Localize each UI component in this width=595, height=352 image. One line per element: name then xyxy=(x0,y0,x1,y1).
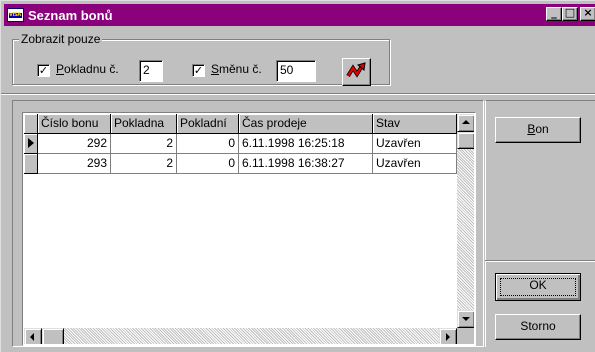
table-cell[interactable]: 6.11.1998 16:38:27 xyxy=(239,154,373,174)
vertical-scrollbar[interactable] xyxy=(457,114,474,328)
scroll-down-button[interactable] xyxy=(457,310,474,328)
refresh-button[interactable] xyxy=(342,58,371,86)
smena-label-text: měnu č. xyxy=(219,62,262,76)
horizontal-scroll-thumb[interactable] xyxy=(42,328,64,344)
pokladna-input[interactable]: 2 xyxy=(139,60,163,82)
column-header-cas-prodeje[interactable]: Čas prodeje xyxy=(239,114,373,134)
right-panel-separator xyxy=(485,260,595,262)
filter-group-label: Zobrazit pouze xyxy=(19,32,103,46)
table-cell[interactable]: Uzavřen xyxy=(373,134,457,154)
table-cell[interactable]: 2 xyxy=(111,134,177,154)
focus-rectangle xyxy=(500,278,576,296)
close-button[interactable]: × xyxy=(580,7,595,21)
column-header-cislo-bonu[interactable]: Číslo bonu xyxy=(38,114,111,134)
pokladna-label-accel: P xyxy=(56,62,65,76)
table-cell[interactable]: 293 xyxy=(38,154,111,174)
horizontal-scrollbar[interactable] xyxy=(24,328,457,344)
smena-label[interactable]: Směnu č. xyxy=(211,62,262,76)
app-icon-text: VISA xyxy=(9,12,22,18)
row-indicator-current[interactable] xyxy=(24,134,38,154)
scrollbar-corner xyxy=(457,328,474,344)
current-row-arrow-icon xyxy=(28,138,34,148)
grid-viewport: Číslo bonu Pokladna Pokladní Čas prodeje… xyxy=(24,114,474,344)
bon-grid[interactable]: Číslo bonu Pokladna Pokladní Čas prodeje… xyxy=(22,112,476,346)
smena-checkbox[interactable]: ✓ xyxy=(192,64,205,77)
window-title: Seznam bonů xyxy=(28,7,113,23)
minimize-button[interactable]: _ xyxy=(546,7,562,21)
arrow-down-icon xyxy=(462,317,470,321)
storno-button[interactable]: Storno xyxy=(495,314,581,340)
arrow-up-icon xyxy=(462,120,470,124)
bon-button[interactable]: Bon xyxy=(495,117,581,143)
column-header-pokladna[interactable]: Pokladna xyxy=(111,114,177,134)
table-cell[interactable]: 0 xyxy=(177,154,239,174)
ok-button[interactable]: OK xyxy=(495,273,581,301)
pokladna-label-text: okladnu č. xyxy=(64,62,119,76)
smena-label-accel: S xyxy=(211,62,220,76)
arrow-left-icon xyxy=(30,333,34,341)
scroll-left-button[interactable] xyxy=(24,328,42,344)
column-header-stav[interactable]: Stav xyxy=(373,114,457,134)
refresh-arrow-icon xyxy=(346,62,366,78)
separator xyxy=(1,93,595,95)
scroll-right-button[interactable] xyxy=(439,328,457,344)
main-window: VISA Seznam bonů _ □ × Zobrazit pouze ✓ … xyxy=(0,0,595,352)
bon-button-text: on xyxy=(535,122,549,136)
vertical-scroll-thumb[interactable] xyxy=(457,132,474,149)
maximize-button[interactable]: □ xyxy=(562,7,578,21)
header-indicator-cell xyxy=(24,114,38,134)
table-cell[interactable]: 6.11.1998 16:25:18 xyxy=(239,134,373,154)
row-indicator[interactable] xyxy=(24,154,38,174)
table-cell[interactable]: Uzavřen xyxy=(373,154,457,174)
column-header-pokladni[interactable]: Pokladní xyxy=(177,114,239,134)
table-cell[interactable]: 2 xyxy=(111,154,177,174)
app-icon[interactable]: VISA xyxy=(7,8,24,22)
smena-input[interactable]: 50 xyxy=(276,60,316,82)
arrow-right-icon xyxy=(446,333,450,341)
pokladna-label[interactable]: Pokladnu č. xyxy=(56,62,119,76)
scroll-up-button[interactable] xyxy=(457,114,474,132)
pokladna-checkbox[interactable]: ✓ xyxy=(37,64,50,77)
table-cell[interactable]: 292 xyxy=(38,134,111,154)
title-bar[interactable]: VISA Seznam bonů _ □ × xyxy=(4,4,595,26)
table-cell[interactable]: 0 xyxy=(177,134,239,154)
